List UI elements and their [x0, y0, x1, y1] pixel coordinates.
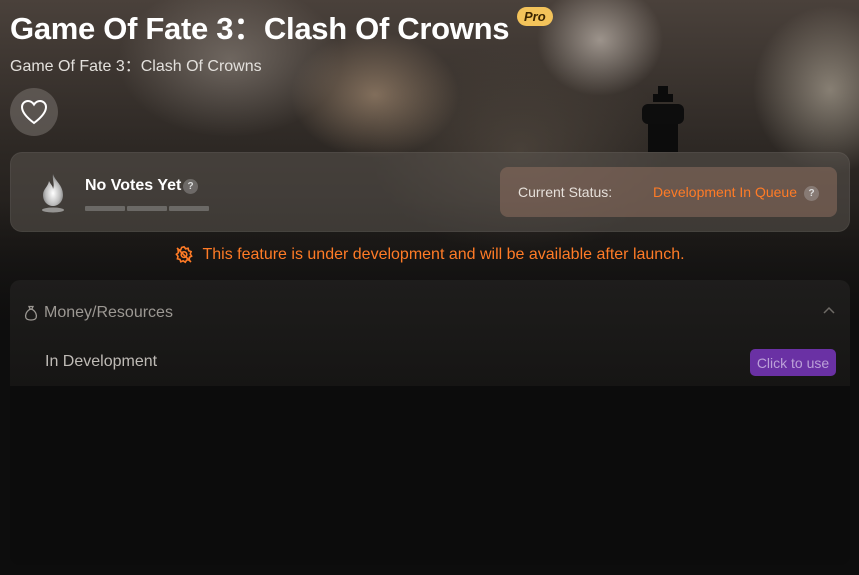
- section-title: Money/Resources: [44, 304, 173, 321]
- vote-card: No Votes Yet ? Current Status: Developme…: [10, 152, 850, 232]
- money-bag-icon: [24, 305, 38, 321]
- page-title: Game Of Fate 3：Clash Of Crowns: [10, 11, 510, 46]
- vote-progress-bar: [85, 206, 209, 211]
- chevron-up-icon[interactable]: [822, 304, 836, 318]
- vote-bar-segment: [85, 206, 125, 211]
- heart-icon: [20, 99, 48, 125]
- vote-bar-segment: [169, 206, 209, 211]
- section-header[interactable]: Money/Resources: [24, 304, 173, 322]
- flame-icon: [42, 174, 64, 213]
- votes-label: No Votes Yet: [85, 177, 182, 194]
- click-to-use-button[interactable]: Click to use: [750, 349, 836, 376]
- pro-badge: Pro: [517, 7, 553, 26]
- chess-piece-image: [642, 86, 684, 152]
- page-subtitle: Game Of Fate 3：Clash Of Crowns: [10, 58, 262, 75]
- settings-gear-icon: [175, 245, 194, 264]
- features-panel: Money/Resources In Development Click to …: [10, 280, 850, 565]
- status-box: Current Status: Development In Queue ?: [500, 167, 837, 217]
- development-notice: This feature is under development and wi…: [0, 243, 859, 267]
- status-help-icon[interactable]: ?: [804, 186, 819, 201]
- feature-name: In Development: [45, 353, 158, 370]
- section-block: Money/Resources In Development Click to …: [10, 280, 850, 386]
- favorite-button[interactable]: [10, 88, 58, 136]
- status-value: Development In Queue: [653, 184, 797, 200]
- notice-text: This feature is under development and wi…: [202, 246, 685, 263]
- status-label: Current Status:: [518, 184, 613, 200]
- vote-bar-segment: [127, 206, 167, 211]
- votes-help-icon[interactable]: ?: [183, 179, 198, 194]
